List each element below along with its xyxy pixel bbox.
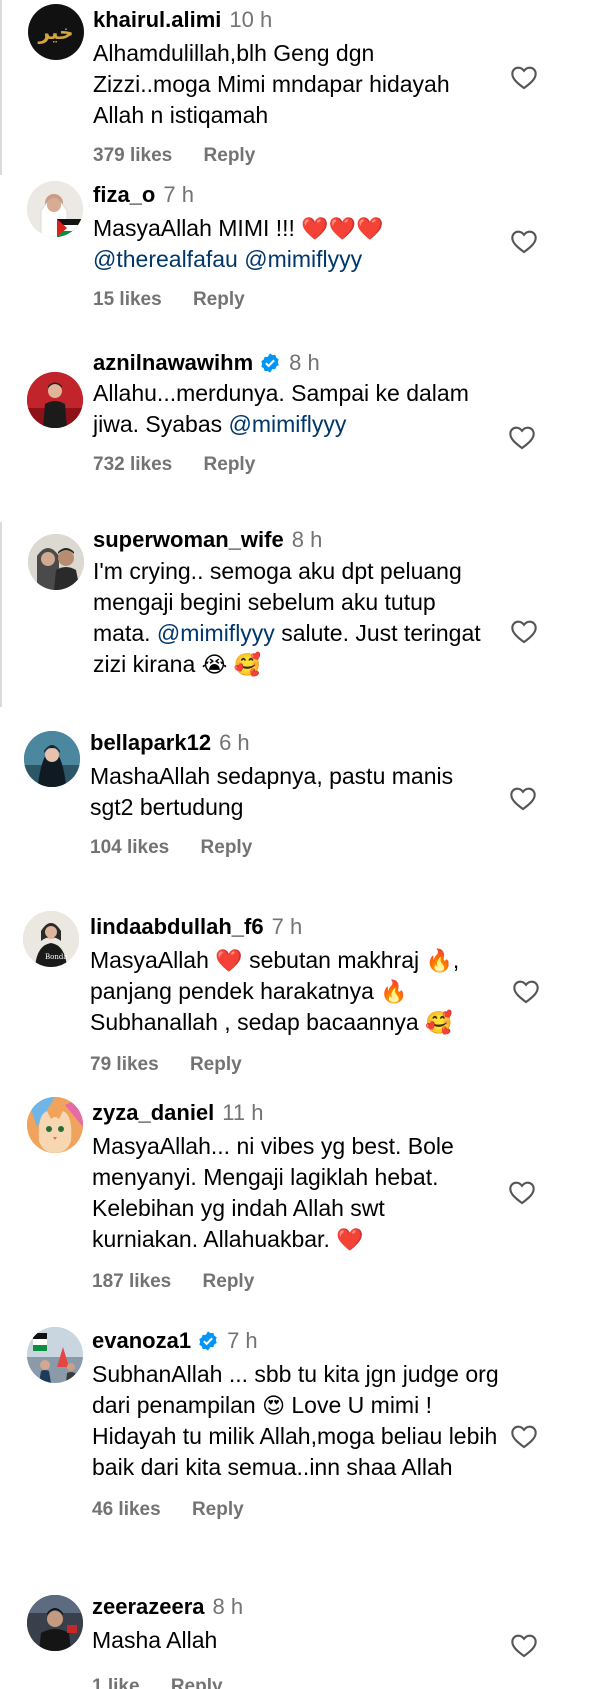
- avatar[interactable]: [27, 372, 83, 428]
- comment-time: 11 h: [222, 1100, 264, 1125]
- avatar[interactable]: [27, 1327, 83, 1383]
- reply-button[interactable]: Reply: [201, 837, 253, 859]
- smiling-hearts-emoji: 🥰: [233, 652, 262, 677]
- heart-emoji: ❤️: [215, 948, 243, 973]
- like-heart-icon[interactable]: [512, 978, 540, 1004]
- verified-badge-icon: [199, 1331, 217, 1351]
- reply-button[interactable]: Reply: [203, 1271, 255, 1293]
- comment-time: 7 h: [271, 914, 303, 939]
- like-heart-icon[interactable]: [510, 228, 538, 254]
- fire-emoji: 🔥: [425, 948, 453, 973]
- comment-text: MashaAllah sedapnya, pastu manis sgt2 be…: [90, 763, 454, 820]
- avatar[interactable]: خير: [28, 4, 84, 60]
- heart-emoji: ❤️: [336, 1227, 364, 1252]
- thread-bar: [0, 0, 2, 175]
- reply-button[interactable]: Reply: [171, 1676, 223, 1689]
- comment-text-continued: salute. Just teringat zizi kirana: [93, 620, 481, 677]
- reply-button[interactable]: Reply: [192, 1499, 244, 1521]
- mention-link[interactable]: @mimiflyyy: [229, 411, 347, 437]
- reply-button[interactable]: Reply: [193, 289, 245, 311]
- comment-username[interactable]: zyza_daniel: [92, 1099, 214, 1127]
- reply-button[interactable]: Reply: [190, 1054, 242, 1076]
- like-count[interactable]: 379 likes: [93, 145, 172, 167]
- comment-username[interactable]: superwoman_wife: [93, 526, 284, 554]
- comment-username[interactable]: evanoza1: [92, 1327, 191, 1355]
- heart-emoji: ❤️: [301, 216, 329, 241]
- comment-username[interactable]: khairul.alimi: [93, 6, 221, 34]
- mention-link[interactable]: @therealfafau @mimiflyyy: [93, 246, 362, 272]
- like-heart-icon[interactable]: [510, 618, 538, 644]
- reply-button[interactable]: Reply: [204, 454, 256, 476]
- comment-text-continued: Subhanallah , sedap bacaannya: [90, 1009, 419, 1035]
- like-heart-icon[interactable]: [510, 64, 538, 90]
- mention-link[interactable]: @mimiflyyy: [157, 620, 275, 646]
- comment-time: 8 h: [291, 527, 323, 552]
- comment-text: Alhamdulillah,blh Geng dgn Zizzi..moga M…: [93, 40, 450, 128]
- like-heart-icon[interactable]: [510, 1632, 538, 1658]
- heart-eyes-emoji: 😍: [262, 1393, 285, 1418]
- fire-emoji: 🔥: [380, 979, 408, 1004]
- comment-time: 7 h: [163, 182, 194, 207]
- like-heart-icon[interactable]: [508, 424, 536, 450]
- like-heart-icon[interactable]: [508, 1179, 536, 1205]
- thread-bar: [0, 522, 2, 707]
- comment-text: MasyaAllah MIMI !!!: [93, 215, 295, 241]
- like-count[interactable]: 15 likes: [93, 289, 162, 311]
- verified-badge-icon: [261, 353, 279, 373]
- like-count[interactable]: 46 likes: [92, 1499, 161, 1521]
- comment-time: 8 h: [289, 350, 320, 375]
- like-count[interactable]: 104 likes: [90, 837, 169, 859]
- comment-username[interactable]: lindaabdullah_f6: [90, 913, 264, 941]
- crying-emoji: 😭: [201, 652, 228, 677]
- comment-time: 6 h: [219, 730, 250, 755]
- comment-username[interactable]: aznilnawawihm: [93, 349, 253, 377]
- comment-text: MasyaAllah... ni vibes yg best. Bole men…: [92, 1133, 454, 1252]
- reply-button[interactable]: Reply: [204, 145, 256, 167]
- heart-emoji: ❤️: [328, 216, 357, 241]
- comment-text: MasyaAllah: [90, 947, 209, 973]
- comment-username[interactable]: fiza_o: [93, 181, 155, 209]
- svg-text:Bonda: Bonda: [45, 953, 68, 961]
- avatar[interactable]: [27, 1595, 83, 1651]
- avatar[interactable]: [27, 1097, 83, 1153]
- like-heart-icon[interactable]: [509, 785, 537, 811]
- comment-username[interactable]: zeerazeera: [92, 1593, 205, 1621]
- heart-emoji: ❤️: [356, 216, 384, 241]
- like-count[interactable]: 1 like: [92, 1676, 140, 1689]
- comment-text: Masha Allah: [92, 1627, 218, 1653]
- comment-time: 8 h: [212, 1594, 244, 1619]
- comment-username[interactable]: bellapark12: [90, 729, 211, 757]
- avatar[interactable]: [27, 181, 83, 237]
- avatar[interactable]: Bonda: [23, 911, 79, 967]
- like-heart-icon[interactable]: [510, 1423, 538, 1449]
- like-count[interactable]: 79 likes: [90, 1054, 159, 1076]
- avatar-logo-text: خير: [38, 20, 74, 44]
- smiling-hearts-emoji: 🥰: [425, 1010, 453, 1035]
- comment-time: 7 h: [227, 1328, 258, 1353]
- like-count[interactable]: 732 likes: [93, 454, 172, 476]
- comment-text-continued: sebutan makhraj: [249, 947, 420, 973]
- comment-time: 10 h: [229, 7, 273, 32]
- avatar[interactable]: [24, 731, 80, 787]
- avatar[interactable]: [28, 534, 84, 590]
- like-count[interactable]: 187 likes: [92, 1271, 171, 1293]
